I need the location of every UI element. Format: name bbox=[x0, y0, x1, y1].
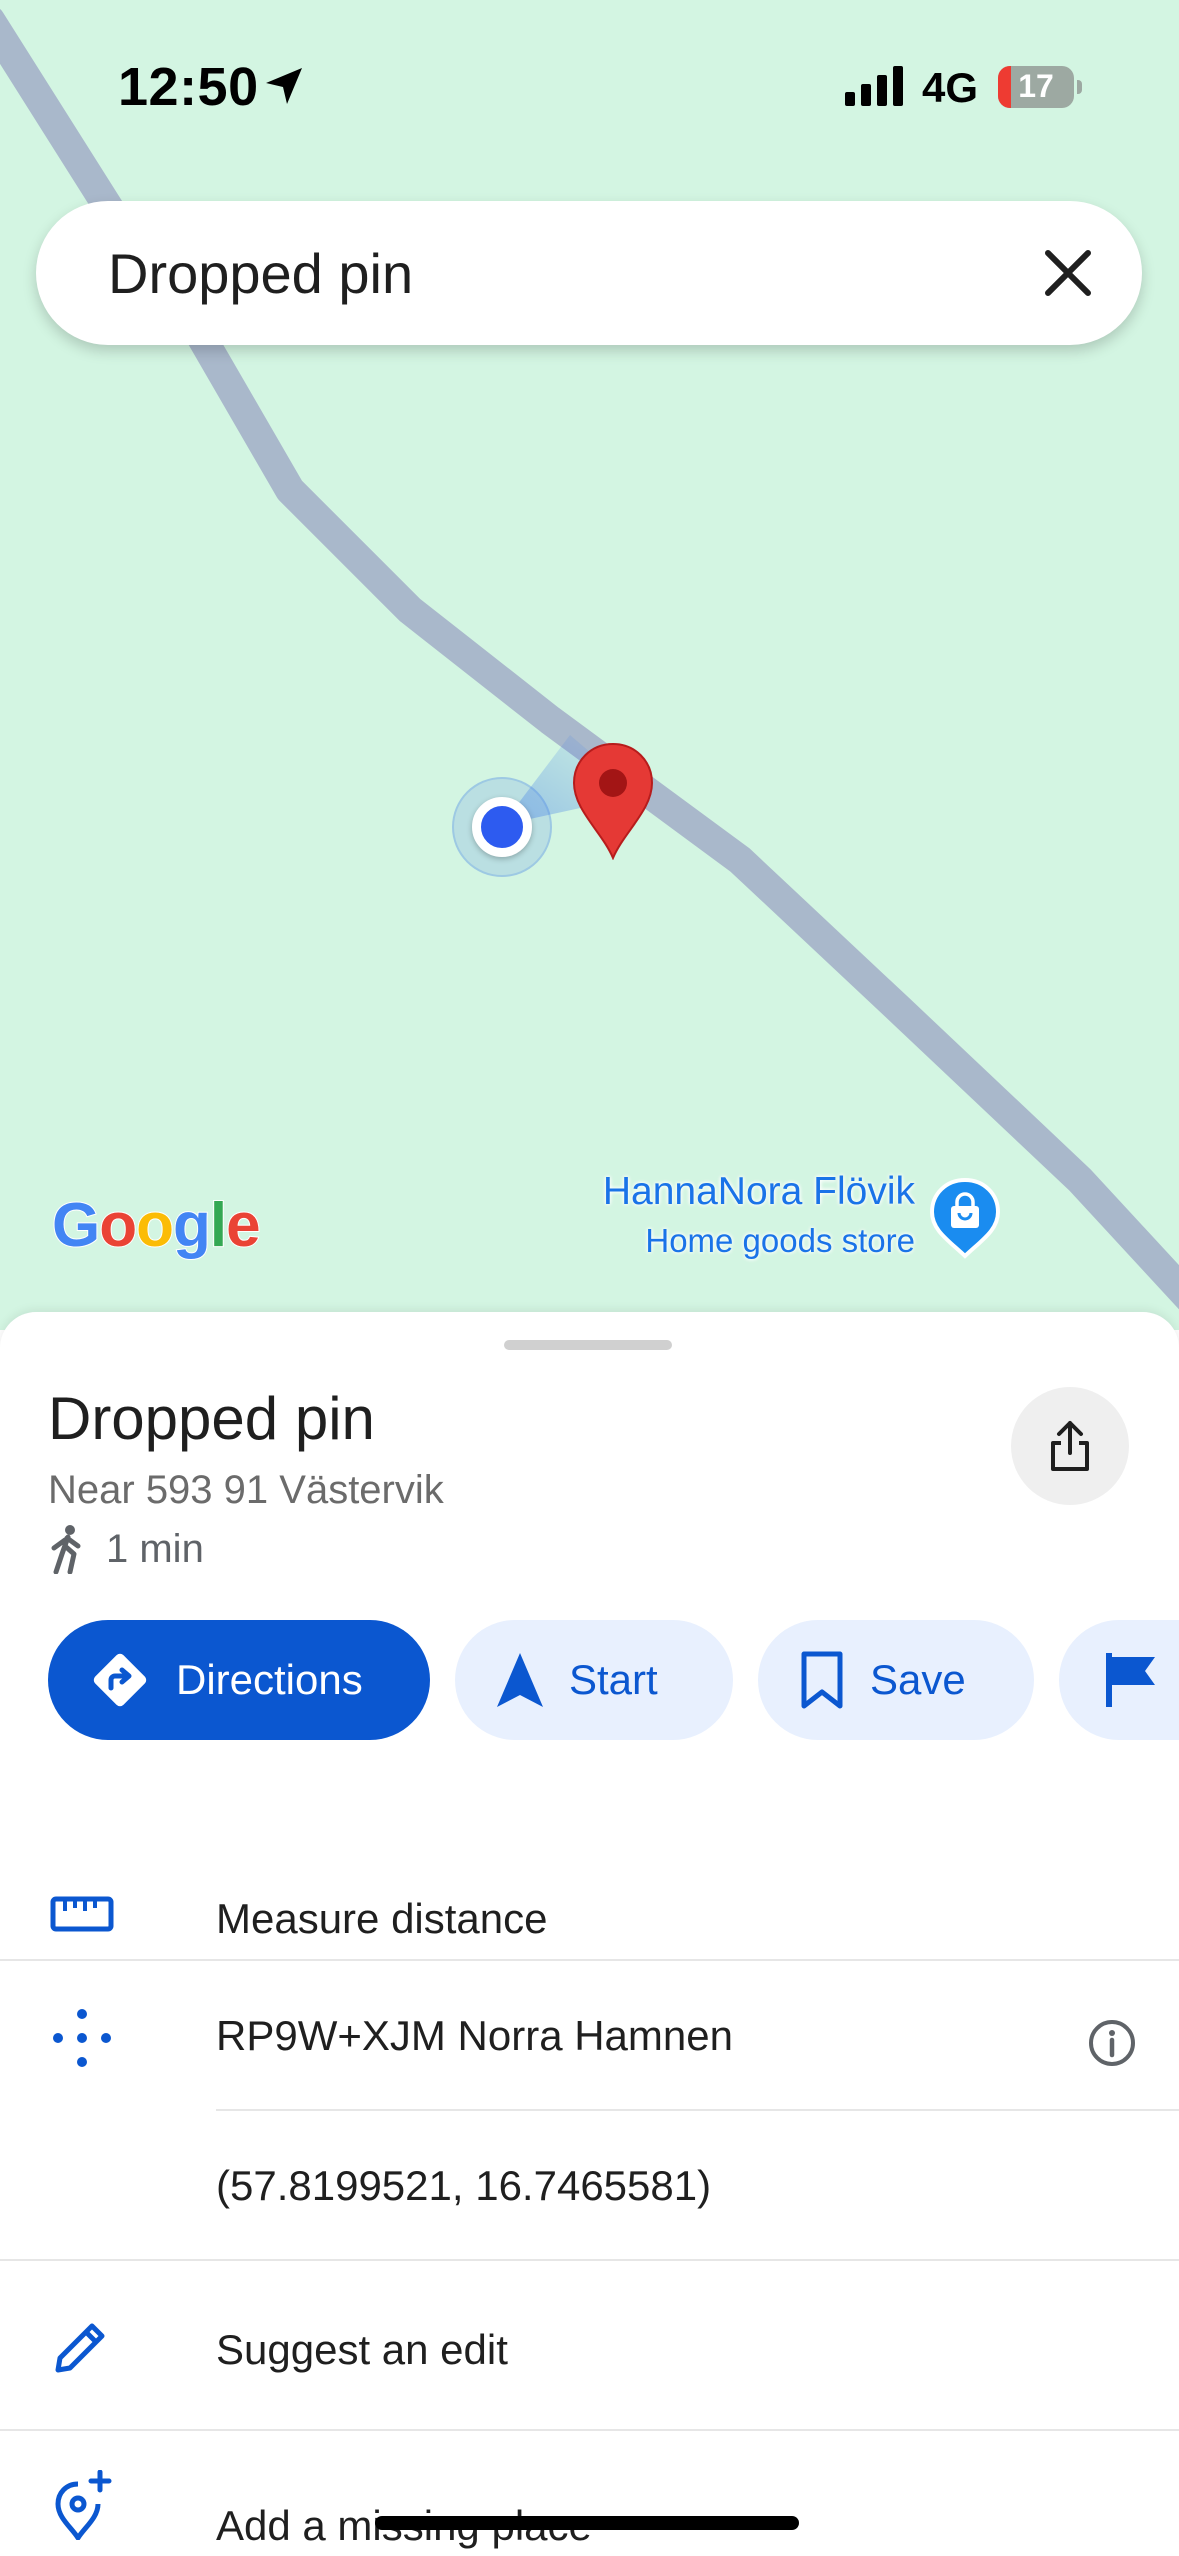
network-type: 4G bbox=[922, 64, 979, 111]
save-button[interactable]: Save bbox=[758, 1620, 1034, 1740]
walking-time-value: 1 min bbox=[106, 1526, 204, 1571]
walking-time: 1 min bbox=[48, 1524, 204, 1574]
pencil-icon bbox=[50, 2318, 110, 2378]
map-view[interactable]: Google HannaNora Flövik Home goods store bbox=[0, 0, 1179, 1330]
divider bbox=[0, 2259, 1179, 2261]
shopping-bag-icon[interactable] bbox=[928, 1176, 1002, 1260]
navigation-arrow-icon bbox=[495, 1651, 545, 1709]
place-sheet[interactable]: Dropped pin Near 593 91 Västervik 1 min … bbox=[0, 1312, 1179, 2556]
bookmark-icon bbox=[798, 1650, 846, 1710]
plus-code-icon bbox=[50, 2008, 114, 2068]
walking-person-icon bbox=[51, 1525, 81, 1574]
status-time: 12:50 bbox=[118, 57, 259, 117]
ruler-icon bbox=[50, 1894, 114, 1934]
flag-icon bbox=[1103, 1651, 1159, 1709]
place-title: Dropped pin bbox=[48, 1385, 375, 1452]
start-label: Start bbox=[569, 1656, 658, 1703]
action-chips: Directions Start Save bbox=[48, 1620, 1179, 1740]
battery-icon: 17 bbox=[998, 66, 1074, 108]
divider bbox=[216, 2109, 1179, 2111]
info-icon[interactable] bbox=[1087, 2018, 1137, 2068]
battery-percent: 17 bbox=[1018, 68, 1054, 104]
start-button[interactable]: Start bbox=[455, 1620, 733, 1740]
add-location-icon bbox=[50, 2470, 114, 2540]
coordinates-label: (57.8199521, 16.7465581) bbox=[216, 2162, 712, 2209]
my-location-dot[interactable] bbox=[472, 797, 532, 857]
divider bbox=[0, 1959, 1179, 1961]
search-bar[interactable]: Dropped pin bbox=[36, 201, 1142, 345]
poi-name-label[interactable]: HannaNora Flövik bbox=[603, 1170, 915, 1214]
home-indicator[interactable] bbox=[375, 2516, 799, 2530]
place-address: Near 593 91 Västervik bbox=[48, 1468, 444, 1512]
share-icon bbox=[1051, 1421, 1089, 1471]
coordinates-row[interactable]: (57.8199521, 16.7465581) bbox=[0, 2112, 1179, 2262]
share-button[interactable] bbox=[1011, 1387, 1129, 1505]
close-icon[interactable] bbox=[1034, 239, 1102, 307]
cellular-signal-icon bbox=[845, 66, 903, 106]
directions-button[interactable]: Directions bbox=[48, 1620, 430, 1740]
label-button[interactable] bbox=[1059, 1620, 1179, 1740]
sheet-drag-handle[interactable] bbox=[504, 1340, 672, 1350]
search-query[interactable]: Dropped pin bbox=[108, 241, 413, 306]
battery-tip bbox=[1077, 80, 1082, 94]
directions-label: Directions bbox=[176, 1656, 363, 1703]
add-missing-place-row[interactable]: Add a missing place bbox=[0, 2432, 1179, 2556]
dropped-pin-marker[interactable] bbox=[572, 742, 654, 860]
plus-code-label: RP9W+XJM Norra Hamnen bbox=[216, 2012, 733, 2059]
suggest-edit-row[interactable]: Suggest an edit bbox=[0, 2262, 1179, 2432]
google-logo: Google bbox=[51, 1190, 262, 1261]
location-services-icon bbox=[266, 68, 302, 104]
save-label: Save bbox=[870, 1656, 966, 1703]
status-bar: 12:50 4G 17 bbox=[0, 0, 1179, 175]
map-road bbox=[0, 8, 1179, 1310]
plus-code-row[interactable]: RP9W+XJM Norra Hamnen bbox=[0, 1962, 1179, 2112]
directions-icon bbox=[88, 1648, 152, 1712]
divider bbox=[0, 2429, 1179, 2431]
poi-type-label[interactable]: Home goods store bbox=[645, 1222, 915, 1260]
suggest-edit-label: Suggest an edit bbox=[216, 2326, 508, 2373]
measure-distance-label: Measure distance bbox=[216, 1895, 548, 1942]
